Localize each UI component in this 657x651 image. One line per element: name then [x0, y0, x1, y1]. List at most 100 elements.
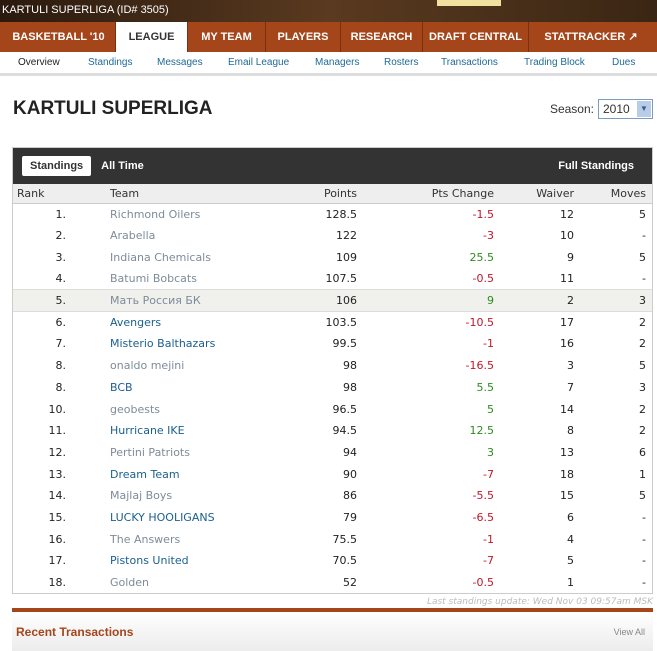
pts-change-cell: -16.5	[465, 359, 494, 373]
rank-cell: 4.	[55, 272, 67, 286]
full-standings-link[interactable]: Full Standings	[558, 160, 634, 172]
col-rank: Rank	[13, 184, 68, 204]
team-link[interactable]: Dream Team	[68, 463, 267, 485]
subnav-managers[interactable]: Managers	[315, 57, 384, 68]
tab-standings[interactable]: Standings	[22, 156, 92, 176]
subnav-dues[interactable]: Dues	[612, 57, 652, 68]
team-link[interactable]: Avengers	[68, 311, 267, 333]
points-cell: 106	[267, 289, 357, 312]
team-link[interactable]: Richmond Oilers	[68, 203, 267, 225]
moves-cell: -	[642, 510, 646, 524]
nav-league[interactable]: LEAGUE	[116, 22, 188, 52]
view-all-link[interactable]: View All	[614, 627, 645, 637]
page-title: KARTULI SUPERLIGA	[13, 98, 213, 119]
waiver-cell: 2	[494, 289, 574, 312]
waiver-cell: 12	[560, 207, 574, 221]
rank-cell: 8.	[55, 359, 67, 373]
rank-cell: 14.	[48, 489, 67, 503]
waiver-cell: 9	[567, 250, 574, 264]
tab-all-time[interactable]: All Time	[101, 160, 144, 172]
team-link[interactable]: LUCKY HOOLIGANS	[68, 507, 267, 529]
subnav-overview[interactable]: Overview	[18, 57, 88, 68]
pts-change-cell: -7	[483, 554, 494, 568]
moves-cell: 1	[639, 467, 646, 481]
team-link[interactable]: The Answers	[68, 528, 267, 550]
subnav-email-league[interactable]: Email League	[228, 57, 315, 68]
waiver-cell: 16	[560, 337, 574, 351]
rank-cell: 2.	[55, 229, 67, 243]
team-link[interactable]: Pistons United	[68, 550, 267, 572]
col-points: Points	[267, 184, 357, 204]
table-row: 16. The Answers 75.5 -1 4 -	[13, 528, 652, 550]
waiver-cell: 3	[567, 359, 574, 373]
rank-cell: 5.	[13, 289, 68, 312]
col-team: Team	[68, 184, 267, 204]
pts-change-cell: 5.5	[476, 380, 495, 394]
table-row: 8. onaldo mejini 98 -16.5 3 5	[13, 355, 652, 377]
rank-cell: 11.	[48, 424, 67, 438]
subnav-messages[interactable]: Messages	[157, 57, 228, 68]
team-link[interactable]: BCB	[68, 377, 267, 399]
season-selector: Season: 2010 ▼	[550, 99, 653, 119]
waiver-cell: 6	[567, 510, 574, 524]
team-link[interactable]: Мать Россия БК	[68, 289, 267, 312]
rank-cell: 15.	[48, 510, 67, 524]
season-select[interactable]: 2010 ▼	[598, 99, 653, 119]
rank-cell: 6.	[55, 316, 67, 330]
nav-basketball[interactable]: BASKETBALL '10	[2, 22, 116, 52]
pts-change-cell: 9	[357, 289, 494, 312]
waiver-cell: 7	[567, 380, 574, 394]
team-link[interactable]: Hurricane IKE	[68, 420, 267, 442]
pts-change-cell: 3	[487, 445, 494, 459]
team-link[interactable]: Majlaj Boys	[68, 485, 267, 507]
nav-research[interactable]: RESEARCH	[341, 22, 423, 52]
recent-transactions-title: Recent Transactions	[16, 624, 134, 639]
waiver-cell: 4	[567, 532, 574, 546]
window-title: KARTULI SUPERLIGA (ID# 3505)	[2, 4, 169, 16]
pts-change-cell: -0.5	[472, 272, 494, 286]
pts-change-cell: -1	[483, 532, 494, 546]
team-link[interactable]: geobests	[68, 398, 267, 420]
points-cell: 99.5	[332, 337, 358, 351]
nav-draft-central[interactable]: DRAFT CENTRAL	[423, 22, 529, 52]
header-decoration	[437, 0, 501, 6]
team-link[interactable]: Pertini Patriots	[68, 442, 267, 464]
subnav-trading-block[interactable]: Trading Block	[524, 57, 612, 68]
moves-cell: -	[642, 532, 646, 546]
table-row: 17. Pistons United 70.5 -7 5 -	[13, 550, 652, 572]
table-row: 13. Dream Team 90 -7 18 1	[13, 463, 652, 485]
moves-cell: 2	[639, 316, 646, 330]
pts-change-cell: -10.5	[465, 316, 494, 330]
rank-cell: 18.	[48, 576, 67, 590]
waiver-cell: 17	[560, 316, 574, 330]
standings-toolbar: Standings All Time Full Standings	[13, 148, 652, 184]
team-link[interactable]: Arabella	[68, 225, 267, 247]
moves-cell: 5	[639, 359, 646, 373]
col-moves: Moves	[574, 184, 652, 204]
team-link[interactable]: Batumi Bobcats	[68, 268, 267, 290]
moves-cell: 3	[639, 380, 646, 394]
rank-cell: 10.	[48, 402, 67, 416]
subnav-standings[interactable]: Standings	[88, 57, 157, 68]
rank-cell: 12.	[48, 445, 67, 459]
points-cell: 75.5	[332, 532, 358, 546]
nav-players[interactable]: PLAYERS	[266, 22, 341, 52]
pts-change-cell: -7	[483, 467, 494, 481]
moves-cell: 6	[639, 445, 646, 459]
nav-my-team[interactable]: MY TEAM	[188, 22, 266, 52]
subnav-transactions[interactable]: Transactions	[441, 57, 524, 68]
subnav-rosters[interactable]: Rosters	[384, 57, 441, 68]
pts-change-cell: 12.5	[469, 424, 495, 438]
team-link[interactable]: Golden	[68, 572, 267, 594]
table-row: 11. Hurricane IKE 94.5 12.5 8 2	[13, 420, 652, 442]
nav-stattracker[interactable]: STATTRACKER ↗	[529, 22, 653, 52]
team-link[interactable]: Misterio Balthazars	[68, 333, 267, 355]
moves-cell: 3	[574, 289, 652, 312]
pts-change-cell: -1	[483, 337, 494, 351]
moves-cell: 2	[639, 402, 646, 416]
team-link[interactable]: Indiana Chemicals	[68, 246, 267, 268]
standings-table: Rank Team Points Pts Change Waiver Moves…	[13, 184, 652, 593]
team-link[interactable]: onaldo mejini	[68, 355, 267, 377]
moves-cell: -	[642, 554, 646, 568]
points-cell: 52	[343, 576, 357, 590]
